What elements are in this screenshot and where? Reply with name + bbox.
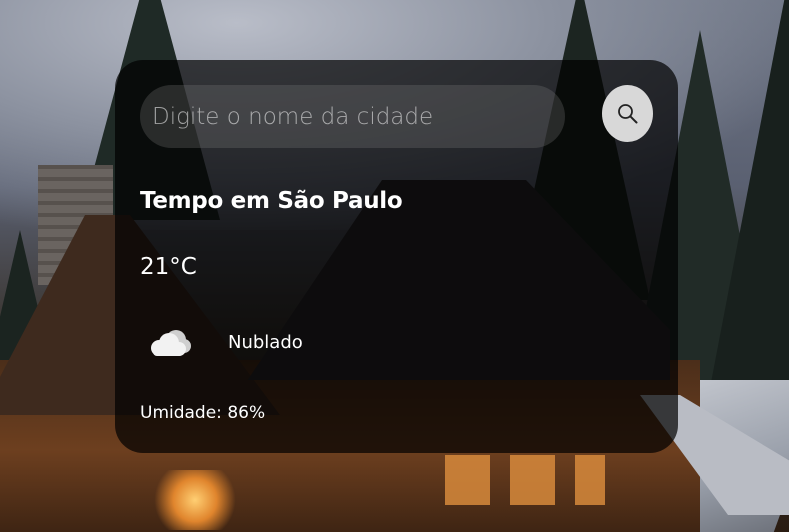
humidity-label: Umidade: 86%	[140, 403, 266, 423]
window-glow-3	[575, 455, 605, 505]
city-title: Tempo em São Paulo	[140, 188, 403, 214]
porch-light	[150, 470, 240, 530]
search-row	[140, 85, 655, 148]
condition-label: Nublado	[228, 332, 303, 353]
tree-right-3	[700, 0, 789, 440]
window-glow-2	[510, 455, 555, 505]
city-search-input[interactable]	[140, 85, 565, 148]
search-icon	[617, 103, 637, 123]
cloud-icon	[151, 330, 191, 356]
window-glow-1	[445, 455, 490, 505]
search-button[interactable]	[602, 85, 653, 142]
condition-row: Nublado	[145, 326, 445, 362]
weather-card: Tempo em São Paulo 21°C Nublado Umidade:…	[115, 60, 678, 453]
temperature: 21°C	[140, 254, 197, 280]
